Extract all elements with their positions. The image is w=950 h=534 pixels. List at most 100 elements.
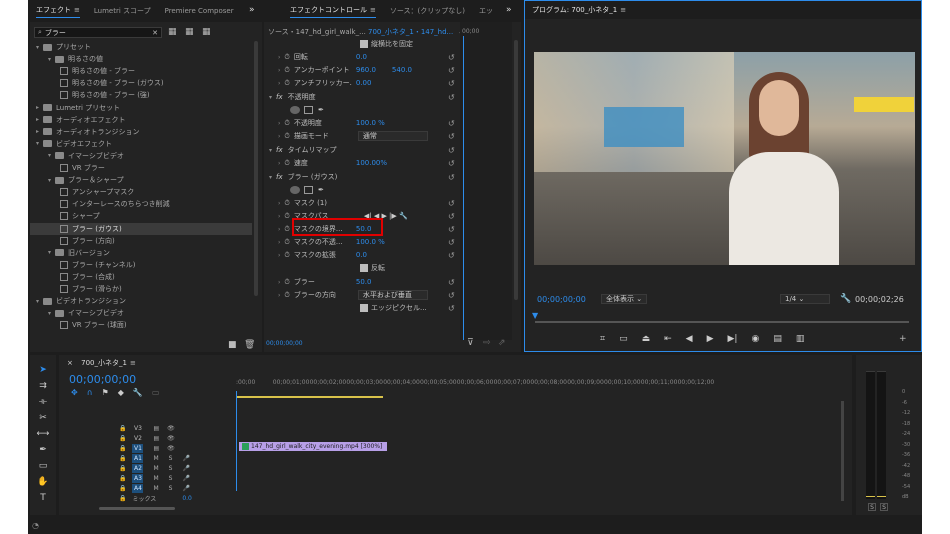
tab-effect-controls[interactable]: エフェクトコントロール ≡ bbox=[290, 5, 376, 18]
settings-wrench-icon[interactable]: 🔧 bbox=[840, 294, 851, 304]
solo-right-button[interactable]: S bbox=[880, 503, 888, 511]
chevron-icon[interactable]: › bbox=[278, 67, 280, 74]
ec-value-2[interactable]: 540.0 bbox=[392, 66, 412, 74]
add-marker-icon[interactable]: ⌗ bbox=[600, 334, 605, 344]
clip-v1[interactable]: 147_hd_girl_walk_city_evening.mp4 [300%] bbox=[239, 442, 387, 451]
ec-timecode[interactable]: 00;00;00;00 bbox=[266, 340, 303, 347]
program-scrub-bar[interactable] bbox=[535, 321, 909, 323]
track-toggles[interactable]: ▤ 👁 bbox=[145, 445, 174, 452]
timeline-tab[interactable]: × 700_小ネタ_1 ≡ bbox=[67, 358, 136, 368]
track-toggles[interactable]: M S 🎤 bbox=[145, 465, 189, 472]
work-area-bar[interactable] bbox=[236, 396, 383, 398]
stopwatch-icon[interactable]: ⏱ bbox=[284, 66, 289, 75]
reset-icon[interactable]: ↺ bbox=[448, 212, 455, 221]
tree-folder[interactable]: ▾ ブラー＆シャープ bbox=[30, 174, 252, 186]
play-button-icon[interactable]: ▶ bbox=[707, 334, 714, 344]
pen-mask-icon[interactable]: ✒ bbox=[318, 186, 324, 194]
add-button-icon[interactable]: + bbox=[899, 334, 907, 344]
lock-icon[interactable]: 🔒 bbox=[119, 445, 126, 452]
chevron-icon[interactable]: ▸ bbox=[36, 104, 39, 111]
ellipse-mask-icon[interactable] bbox=[290, 186, 300, 194]
chevron-icon[interactable]: ▾ bbox=[48, 249, 51, 256]
chevron-icon[interactable]: › bbox=[278, 279, 280, 286]
ec-row[interactable]: › ⏱ マスクの不透... 100.0 % ↺ bbox=[264, 236, 460, 248]
chevron-icon[interactable]: ▸ bbox=[36, 128, 39, 135]
chevron-icon[interactable]: › bbox=[278, 54, 280, 61]
sequence-clip-label[interactable]: 700_小ネタ_1・147_hd... bbox=[368, 27, 458, 37]
track-label[interactable]: A3 bbox=[132, 473, 144, 483]
track-toggles[interactable]: M S 🎤 bbox=[145, 475, 189, 482]
ec-row[interactable]: エッジピクセル... ↺ bbox=[264, 302, 460, 314]
reset-icon[interactable]: ↺ bbox=[448, 119, 455, 128]
quality-dropdown[interactable]: 1/4 ⌄ bbox=[780, 294, 830, 304]
ec-scrollbar[interactable] bbox=[514, 40, 518, 300]
ec-chevron-icon[interactable]: » bbox=[506, 5, 512, 15]
accelerated-effects-icon[interactable]: ▦ bbox=[168, 27, 177, 37]
camera-icon[interactable]: ◉ bbox=[751, 334, 759, 344]
reset-icon[interactable]: ↺ bbox=[448, 304, 455, 313]
reset-icon[interactable]: ↺ bbox=[448, 53, 455, 62]
hand-icon[interactable]: ✋ bbox=[37, 477, 48, 487]
effects-scrollbar[interactable] bbox=[254, 41, 258, 296]
tree-effect[interactable]: アンシャープマスク bbox=[30, 186, 252, 198]
tree-effect[interactable]: ブラー (滑らか) bbox=[30, 283, 252, 295]
track-label[interactable]: A2 bbox=[132, 463, 144, 473]
chevron-icon[interactable]: › bbox=[278, 200, 280, 207]
lift-icon[interactable]: ▤ bbox=[773, 334, 782, 344]
track-label[interactable]: V1 bbox=[132, 443, 144, 453]
ec-row[interactable]: › ⏱ アンチフリッカー... 0.00 ↺ bbox=[264, 77, 460, 89]
stopwatch-icon[interactable]: ⏱ bbox=[284, 291, 289, 300]
linked-icon[interactable]: ⚑ bbox=[102, 388, 109, 397]
ec-value[interactable]: 100.0 % bbox=[356, 119, 385, 127]
tree-effect[interactable]: シャープ bbox=[30, 210, 252, 222]
tab-overflow[interactable]: エッ bbox=[479, 6, 493, 16]
track-label[interactable]: A1 bbox=[132, 453, 144, 463]
checkbox[interactable] bbox=[360, 304, 368, 312]
tree-effect[interactable]: 明るさの値 - ブラー (強) bbox=[30, 89, 252, 101]
export-icon[interactable]: ⇗ bbox=[498, 338, 506, 348]
new-bin-icon[interactable]: ■ bbox=[228, 340, 237, 350]
lock-icon[interactable]: 🔒 bbox=[119, 495, 126, 502]
caption-icon[interactable]: ▭ bbox=[152, 388, 160, 397]
pen-icon[interactable]: ✒ bbox=[39, 445, 47, 455]
lock-icon[interactable]: 🔒 bbox=[119, 435, 126, 442]
ec-row[interactable]: › ⏱ 速度 100.00% ↺ bbox=[264, 157, 460, 169]
extract-icon[interactable]: ▥ bbox=[796, 334, 805, 344]
filter-icon[interactable]: ⊽ bbox=[467, 338, 474, 348]
tree-effect[interactable]: VR ブラー (球面) bbox=[30, 319, 252, 331]
track-label[interactable]: V2 bbox=[132, 434, 143, 443]
tab-source[interactable]: ソース：(クリップなし) bbox=[390, 6, 465, 16]
stopwatch-icon[interactable]: ⏱ bbox=[284, 199, 289, 208]
track-label[interactable]: V3 bbox=[132, 424, 143, 433]
stopwatch-icon[interactable]: ⏱ bbox=[284, 132, 289, 141]
ec-row[interactable]: › ⏱ 回転 0.0 ↺ bbox=[264, 51, 460, 63]
tree-effect[interactable]: ブラー (ガウス) bbox=[30, 222, 252, 235]
go-to-in-icon[interactable]: ⇤ bbox=[664, 334, 672, 344]
stopwatch-icon[interactable]: ⏱ bbox=[284, 119, 289, 128]
ec-value[interactable]: 50.0 bbox=[356, 278, 372, 286]
ec-row[interactable]: › ⏱ アンカーポイント 960.0 540.0 ↺ bbox=[264, 64, 460, 76]
type-icon[interactable]: T bbox=[40, 493, 46, 503]
ec-row[interactable]: 反転 bbox=[264, 262, 460, 274]
snap-icon[interactable]: ∩ bbox=[87, 388, 93, 397]
chevron-icon[interactable]: › bbox=[278, 252, 280, 259]
chevron-icon[interactable]: › bbox=[278, 80, 280, 87]
tree-folder[interactable]: ▾ 明るさの値 bbox=[30, 53, 252, 65]
tree-effect[interactable]: ブラー (チャンネル) bbox=[30, 259, 252, 271]
search-input[interactable]: ブラー bbox=[45, 28, 66, 38]
stopwatch-icon[interactable]: ⏱ bbox=[284, 159, 289, 168]
ec-row[interactable]: 縦横比を固定 bbox=[264, 38, 460, 50]
timeline-ruler[interactable]: :00;00 00;00;01;00 00;00;02;00 00;00;03;00 0… bbox=[236, 379, 826, 393]
stopwatch-icon[interactable]: ⏱ bbox=[284, 278, 289, 287]
step-back-icon[interactable]: ◀ bbox=[686, 334, 693, 344]
reset-icon[interactable]: ↺ bbox=[448, 79, 455, 88]
reset-icon[interactable]: ↺ bbox=[448, 278, 455, 287]
program-timecode[interactable]: 00;00;00;00 bbox=[537, 295, 586, 304]
rectangle-icon[interactable]: ▭ bbox=[39, 461, 48, 471]
lock-icon[interactable]: 🔒 bbox=[119, 475, 126, 482]
reset-icon[interactable]: ↺ bbox=[448, 238, 455, 247]
nest-icon[interactable]: ✥ bbox=[71, 388, 78, 397]
pen-mask-icon[interactable]: ✒ bbox=[318, 106, 324, 114]
tree-folder[interactable]: ▾ プリセット bbox=[30, 41, 252, 53]
chevron-icon[interactable]: ▾ bbox=[269, 174, 272, 181]
